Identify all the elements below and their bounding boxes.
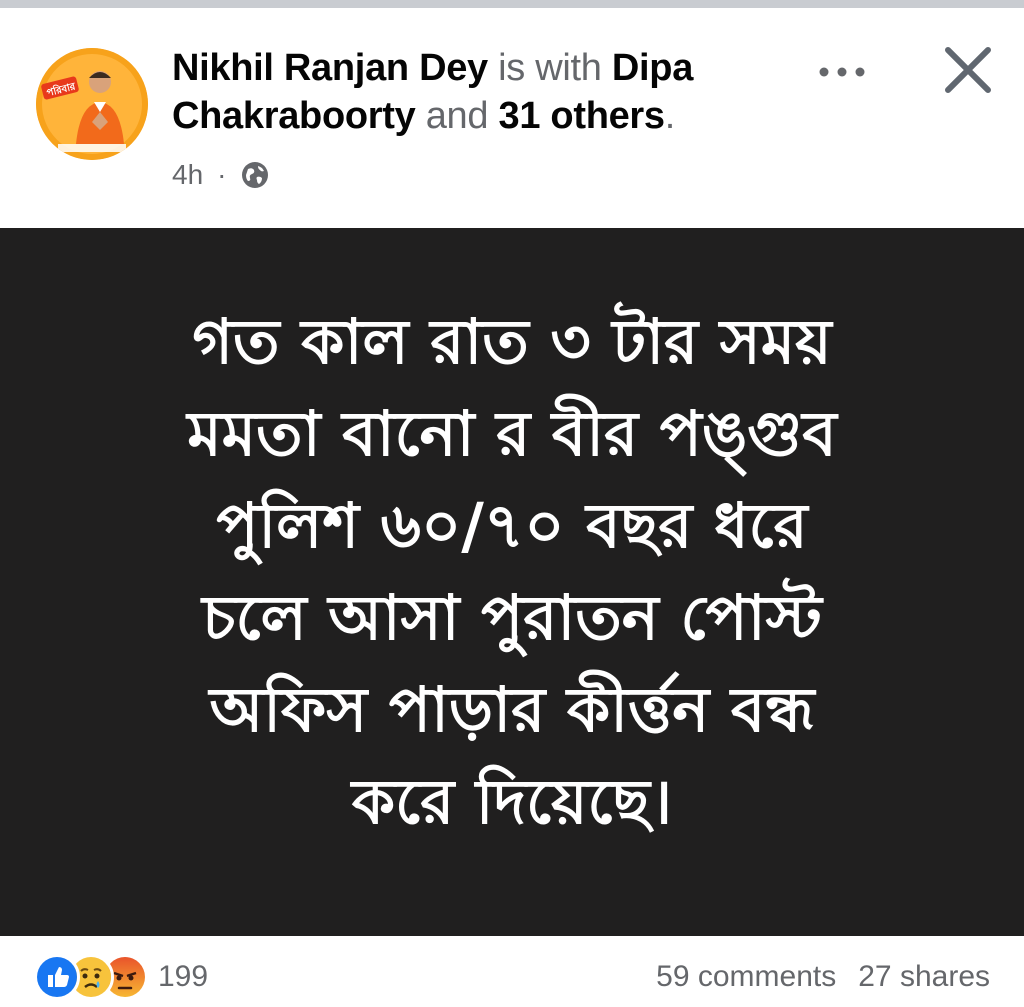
comments-count[interactable]: 59 comments	[656, 960, 836, 994]
close-icon	[945, 47, 991, 93]
avatar-image: পরিবার	[36, 48, 148, 160]
with-text: is with	[487, 47, 612, 89]
meta-separator: ·	[217, 159, 227, 190]
globe-icon[interactable]	[240, 160, 270, 190]
shares-count[interactable]: 27 shares	[858, 960, 990, 994]
post-attribution: Nikhil Ranjan Dey is with Dipa Chakraboo…	[172, 44, 772, 140]
post-footer: 199 59 comments 27 shares	[0, 936, 1024, 1007]
author-name[interactable]: Nikhil Ranjan Dey	[172, 47, 488, 89]
and-text: and	[415, 95, 499, 137]
period-text: .	[664, 95, 676, 137]
engagement-stats: 59 comments 27 shares	[656, 960, 990, 994]
post-image[interactable]: গত কাল রাত ৩ টার সময় মমতা বানো র বীর পঙ…	[0, 228, 1024, 936]
like-icon	[34, 954, 80, 1000]
post-meta: 4h ·	[172, 158, 270, 192]
reaction-count: 199	[158, 960, 209, 993]
tagged-others-link[interactable]: 31 others	[499, 95, 666, 137]
close-button[interactable]	[936, 38, 1000, 102]
post-header: পরিবার Nikhil Ranjan Dey is with Dipa Ch…	[0, 8, 1024, 228]
post-time[interactable]: 4h	[172, 159, 203, 191]
post-image-text: গত কাল রাত ৩ টার সময় মমতা বানো র বীর পঙ…	[187, 305, 837, 838]
reactions-summary[interactable]: 199	[34, 954, 209, 1000]
top-divider	[0, 0, 1024, 8]
more-options-button[interactable]	[812, 52, 876, 92]
more-dots-icon	[819, 67, 865, 77]
author-avatar[interactable]: পরিবার	[36, 48, 148, 160]
